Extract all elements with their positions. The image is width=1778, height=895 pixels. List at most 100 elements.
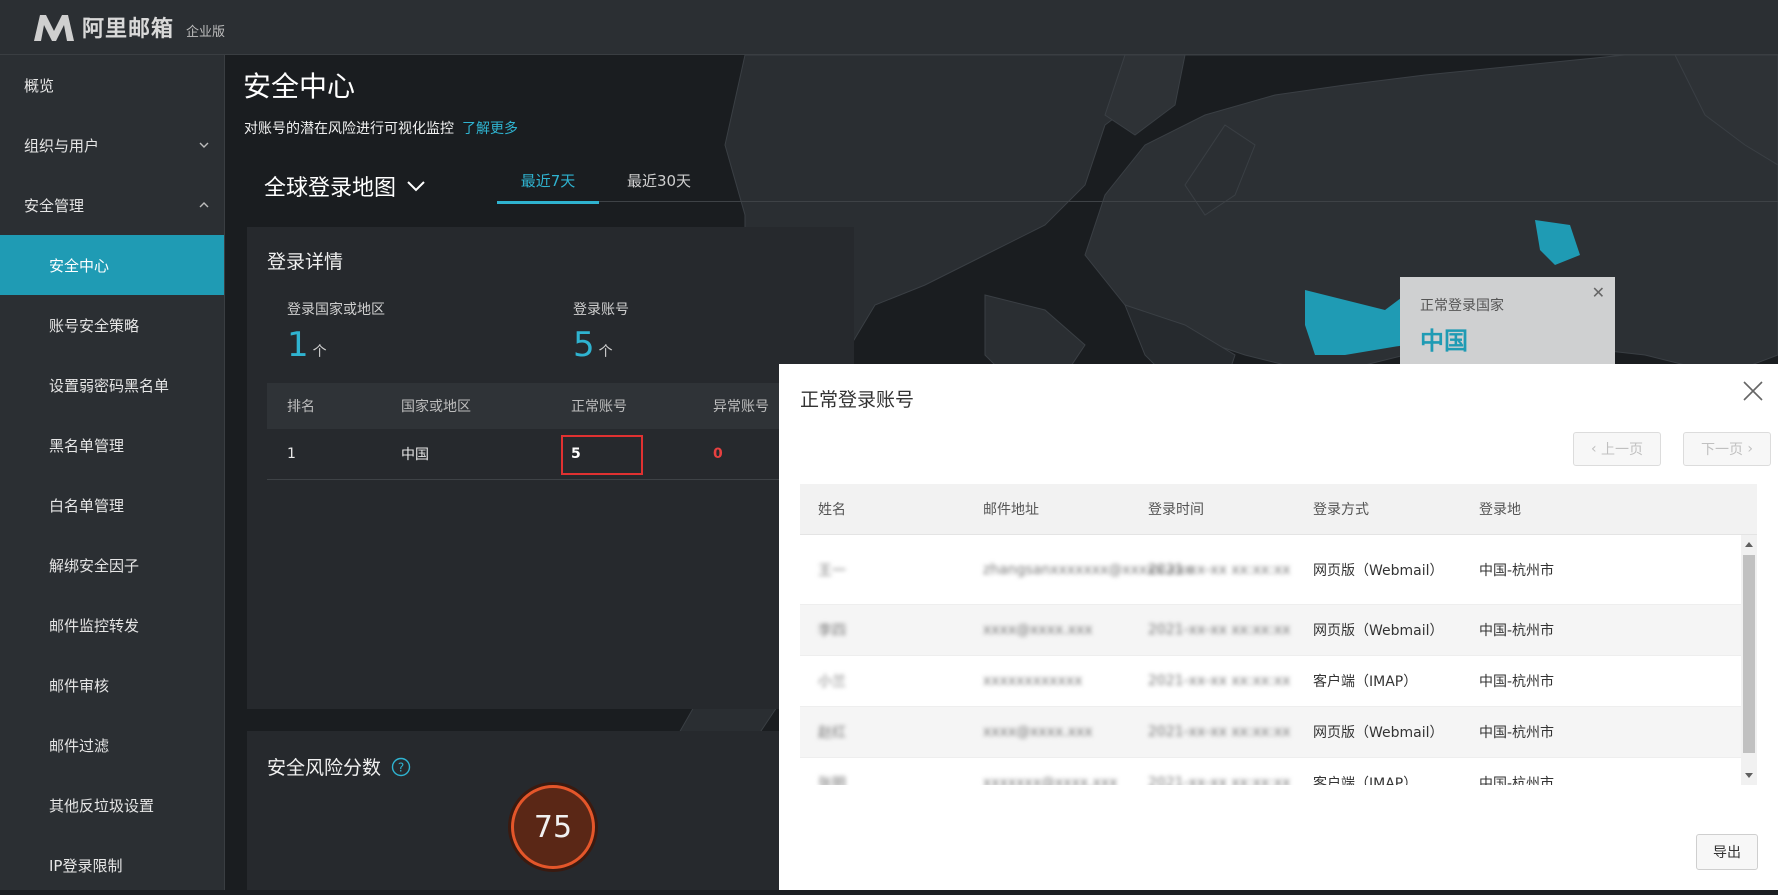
login-details-card: 登录详情 登录国家或地区 1个 登录账号 5个 排名 国家或地区 正常账号 异常… [247, 227, 854, 709]
sidebar: 概览 组织与用户 安全管理 安全中心 账号安全策略 设置弱密码黑名单 黑名单管理… [0, 55, 225, 890]
sidebar-item-label: 安全中心 [49, 256, 110, 275]
countries-unit: 个 [312, 344, 327, 360]
sidebar-item-label: 设置弱密码黑名单 [49, 376, 170, 395]
countries-label: 登录国家或地区 [287, 302, 385, 318]
sidebar-item-label: 邮件审核 [49, 676, 110, 695]
sidebar-item-anti-spam[interactable]: 其他反垃圾设置 [0, 775, 224, 835]
col-email: 邮件地址 [983, 502, 1039, 518]
sidebar-item-security-management[interactable]: 安全管理 [0, 175, 224, 235]
time-range-tabs: 最近7天 最近30天 [497, 165, 1778, 204]
question-icon[interactable]: ? [391, 757, 411, 777]
chevron-right-icon: › [1742, 441, 1754, 457]
scroll-up-icon[interactable] [1745, 541, 1753, 549]
sidebar-item-mail-forward[interactable]: 邮件监控转发 [0, 595, 224, 655]
learn-more-link[interactable]: 了解更多 [462, 121, 518, 137]
accounts-table-body[interactable]: 王一 zhangsanxxxxxxx@xxxxx.xxx 2021-xx-xx … [800, 535, 1757, 785]
next-page-button[interactable]: 下一页 › [1683, 432, 1771, 466]
sidebar-item-overview[interactable]: 概览 [0, 55, 224, 115]
cell-email: xxxx@xxxx.xxx [983, 724, 1093, 740]
cell-email: xxxxxxxxxxxx [983, 673, 1083, 689]
cell-time: 2021-xx-xx xx:xx:xx [1148, 622, 1291, 638]
export-button[interactable]: 导出 [1696, 834, 1758, 870]
countries-value: 1个 [287, 325, 385, 365]
cell-location: 中国-杭州市 [1479, 562, 1555, 579]
chevron-left-icon: ‹ [1590, 441, 1602, 457]
risk-score-title: 安全风险分数 ? [267, 753, 411, 780]
sidebar-item-label: 邮件监控转发 [49, 616, 140, 635]
sidebar-item-org-users[interactable]: 组织与用户 [0, 115, 224, 175]
map-country-popup: 正常登录国家 中国 ✕ [1400, 277, 1615, 367]
accounts-value: 5个 [573, 325, 629, 365]
cell-method: 网页版（Webmail） [1313, 623, 1444, 639]
col-country: 国家或地区 [401, 399, 471, 415]
table-row: 小兰 xxxxxxxxxxxx 2021-xx-xx xx:xx:xx 客户端（… [800, 656, 1757, 707]
close-icon[interactable]: ✕ [1592, 283, 1605, 302]
sidebar-item-security-center[interactable]: 安全中心 [0, 235, 224, 295]
accounts-label: 登录账号 [573, 302, 629, 318]
cell-email: xxxxxxx@xxxx.xxx [983, 775, 1118, 785]
col-login-location: 登录地 [1479, 502, 1521, 518]
close-icon[interactable] [1742, 380, 1764, 402]
sidebar-item-unbind-factor[interactable]: 解绑安全因子 [0, 535, 224, 595]
cell-location: 中国-杭州市 [1479, 674, 1555, 690]
cell-method: 网页版（Webmail） [1313, 562, 1444, 579]
map-selector-label: 全球登录地图 [264, 176, 397, 201]
next-page-label: 下一页 [1700, 442, 1743, 458]
sidebar-item-label: 组织与用户 [24, 136, 100, 155]
abnormal-count[interactable]: 0 [713, 429, 723, 479]
cell-method: 客户端（IMAP） [1313, 674, 1418, 690]
prev-page-button[interactable]: ‹ 上一页 [1573, 432, 1661, 466]
sidebar-item-label: 解绑安全因子 [49, 556, 140, 575]
sidebar-item-weak-password[interactable]: 设置弱密码黑名单 [0, 355, 224, 415]
col-normal: 正常账号 [571, 399, 627, 415]
sidebar-item-label: IP登录限制 [49, 856, 123, 875]
sidebar-item-label: 安全管理 [24, 196, 85, 215]
accounts-table-header: 姓名 邮件地址 登录时间 登录方式 登录地 [800, 484, 1757, 535]
map-selector[interactable]: 全球登录地图 [264, 170, 426, 202]
table-row: 张明 xxxxxxx@xxxx.xxx 2021-xx-xx xx:xx:xx … [800, 758, 1757, 785]
tab-last-7-days[interactable]: 最近7天 [497, 165, 599, 204]
sidebar-item-mail-review[interactable]: 邮件审核 [0, 655, 224, 715]
accounts-stat: 登录账号 5个 [573, 299, 629, 365]
sidebar-item-mail-filter[interactable]: 邮件过滤 [0, 715, 224, 775]
cell-name: 张明 [818, 776, 846, 785]
col-login-time: 登录时间 [1148, 502, 1204, 518]
login-details-title: 登录详情 [267, 251, 344, 273]
table-row: 李四 xxxx@xxxx.xxx 2021-xx-xx xx:xx:xx 网页版… [800, 605, 1757, 656]
sidebar-item-label: 概览 [24, 76, 55, 95]
sidebar-item-label: 其他反垃圾设置 [49, 796, 155, 815]
col-abnormal: 异常账号 [713, 399, 769, 415]
table-row: 赵红 xxxx@xxxx.xxx 2021-xx-xx xx:xx:xx 网页版… [800, 707, 1757, 758]
cell-time: 2021-xx-xx xx:xx:xx [1148, 724, 1291, 740]
normal-count-link[interactable]: 5 [571, 429, 581, 479]
chevron-up-icon [199, 202, 209, 208]
svg-text:?: ? [398, 760, 404, 774]
cell-email: xxxx@xxxx.xxx [983, 622, 1093, 638]
risk-score-value: 75 [511, 785, 595, 869]
table-scrollbar[interactable] [1741, 535, 1757, 785]
sidebar-item-account-policy[interactable]: 账号安全策略 [0, 295, 224, 355]
sidebar-item-whitelist[interactable]: 白名单管理 [0, 475, 224, 535]
row-rank: 1 [287, 446, 296, 462]
cell-time: 2021-xx-xx xx:xx:xx [1148, 673, 1291, 689]
login-table-header: 排名 国家或地区 正常账号 异常账号 [267, 383, 854, 429]
risk-score-card: 安全风险分数 ? 75 [247, 731, 854, 890]
col-login-method: 登录方式 [1313, 502, 1369, 518]
normal-accounts-modal: 正常登录账号 ‹ 上一页 下一页 › 姓名 邮件地址 登录时间 登录方式 登录地… [779, 364, 1778, 890]
col-name: 姓名 [818, 502, 846, 518]
chevron-down-icon [199, 142, 209, 148]
accounts-table: 姓名 邮件地址 登录时间 登录方式 登录地 王一 zhangsanxxxxxxx… [800, 484, 1757, 785]
logo[interactable]: 阿里邮箱 企业版 [32, 11, 225, 43]
mail-logo-icon [34, 15, 74, 41]
sidebar-item-label: 账号安全策略 [49, 316, 140, 335]
tab-last-30-days[interactable]: 最近30天 [609, 165, 709, 201]
col-rank: 排名 [287, 399, 315, 415]
sidebar-item-ip-restriction[interactable]: IP登录限制 [0, 835, 224, 895]
scroll-thumb[interactable] [1743, 555, 1755, 753]
logo-edition: 企业版 [186, 24, 226, 40]
sidebar-item-blacklist[interactable]: 黑名单管理 [0, 415, 224, 475]
popup-value: 中国 [1420, 327, 1468, 355]
countries-count: 1 [287, 325, 309, 365]
scroll-down-icon[interactable] [1745, 771, 1753, 779]
cell-time: 2021-xx-xx xx:xx:xx [1148, 561, 1291, 578]
